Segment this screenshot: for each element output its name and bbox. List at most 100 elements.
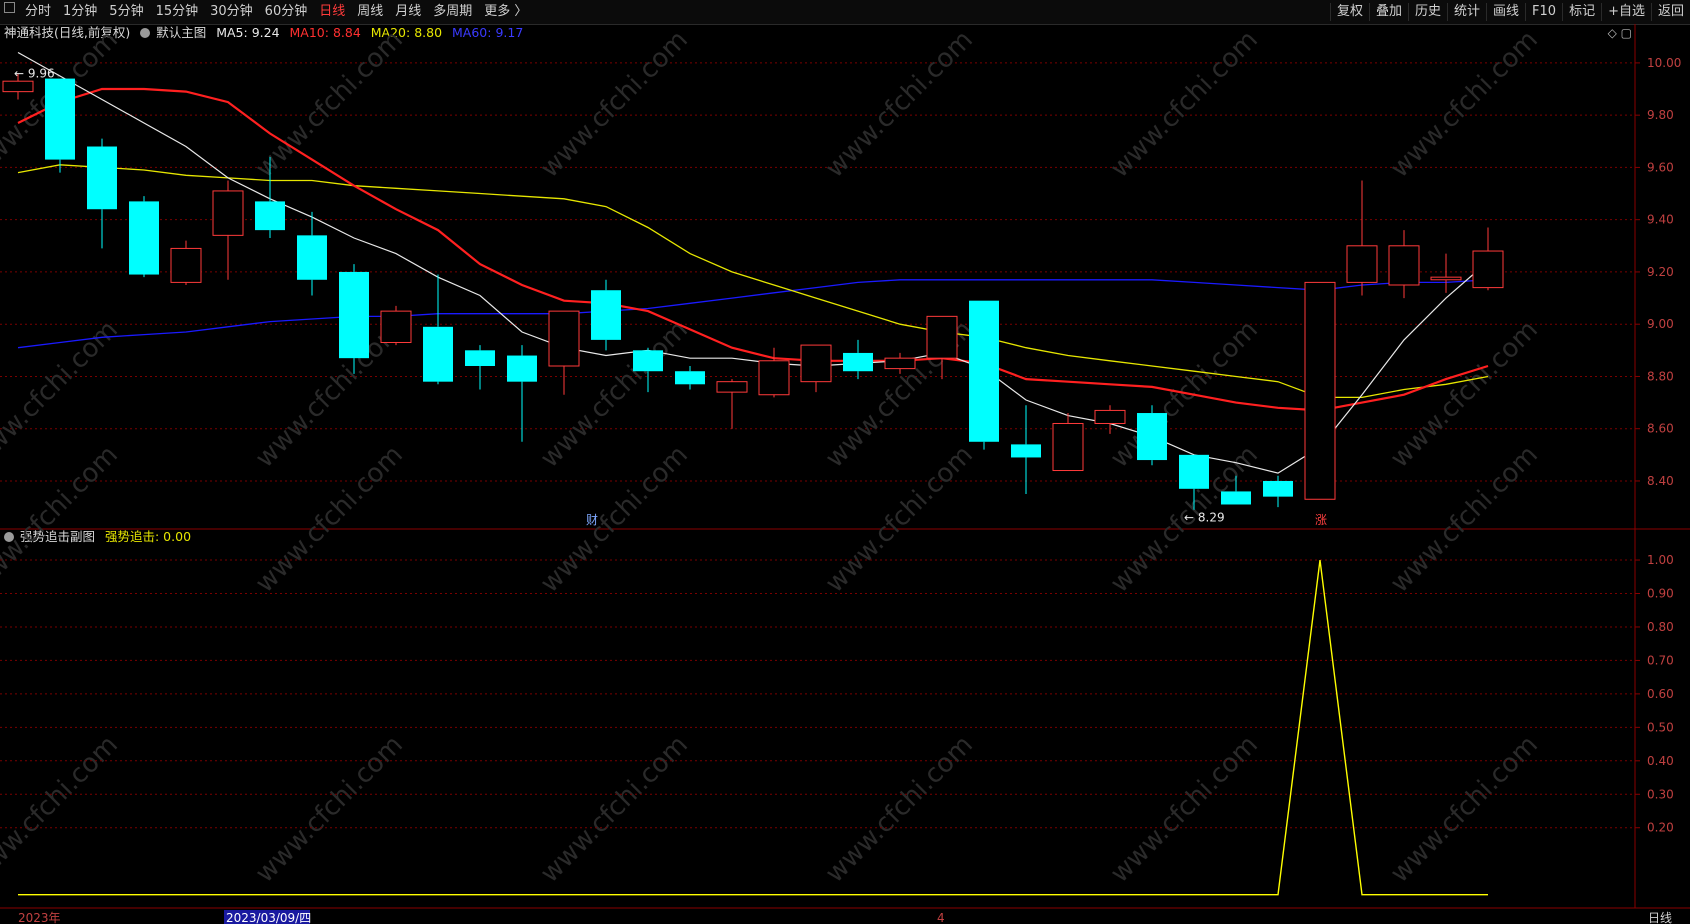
candle-body (339, 271, 369, 359)
ma60-line (17, 279, 1489, 349)
candle-body (1263, 480, 1293, 497)
candle-body (591, 290, 621, 340)
watermark-text: www.cfchi.com (1385, 25, 1544, 184)
y-tick-label: 0.80 (1647, 620, 1674, 634)
y-tick-label: 10.00 (1647, 56, 1681, 70)
candle (843, 339, 873, 380)
watermark-text: www.cfchi.com (535, 730, 694, 889)
candle-body (45, 78, 75, 160)
watermark-text: www.cfchi.com (1105, 730, 1264, 889)
candle-body (1052, 422, 1084, 472)
candle-body (212, 190, 244, 236)
candle-body (758, 360, 790, 396)
candle-body (297, 235, 327, 280)
candle (423, 274, 453, 385)
date-start-label: 2023年 (18, 911, 61, 924)
candle-body (1011, 444, 1041, 458)
watermark-text: www.cfchi.com (1385, 730, 1544, 889)
candle (212, 180, 244, 280)
candle (87, 138, 117, 249)
candle (1304, 281, 1336, 500)
candle-body (716, 381, 748, 393)
candle (45, 78, 75, 173)
watermark-text: www.cfchi.com (250, 530, 409, 599)
ma10-line (17, 87, 1489, 412)
candle-body (1304, 281, 1336, 500)
watermark-text: www.cfchi.com (0, 440, 124, 530)
candle-body (1472, 250, 1504, 289)
y-tick-label: 9.80 (1647, 108, 1674, 122)
main-candlestick-chart[interactable]: 10.00 9.80 9.60 9.40 9.20 9.00 8.80 8.60 8.40 www… (0, 0, 1690, 530)
candle (675, 366, 705, 390)
candle (1094, 405, 1126, 434)
y-tick-label: 0.30 (1647, 787, 1674, 801)
candle (969, 300, 999, 450)
candle (507, 345, 537, 442)
watermark-text: www.cfchi.com (535, 25, 694, 184)
sub-indicator-chart[interactable]: www.cfchi.com www.cfchi.com www.cfchi.com w… (0, 530, 1690, 924)
candle-body (1094, 409, 1126, 424)
watermark-text: www.cfchi.com (820, 730, 979, 889)
candle-body (969, 300, 999, 442)
candle-body (884, 357, 916, 370)
candle-body (507, 355, 537, 382)
watermark-text: www.cfchi.com (0, 730, 124, 889)
candle (548, 310, 580, 395)
y-tick-label: 8.40 (1647, 474, 1674, 488)
candle (1052, 413, 1084, 472)
candle-body (843, 352, 873, 372)
low-price-label: ← 8.29 (1184, 511, 1225, 525)
candle-body (1221, 491, 1251, 505)
watermark-text: www.cfchi.com (250, 25, 409, 184)
candle-body (465, 350, 495, 366)
candle (1472, 227, 1504, 291)
candle-body (1388, 245, 1420, 286)
candle (800, 344, 832, 393)
y-tick-label: 8.60 (1647, 422, 1674, 436)
limit-up-marker: 涨 (1315, 512, 1327, 527)
period-label: 日线 (1648, 911, 1672, 924)
watermark-text: www.cfchi.com (250, 730, 409, 889)
candle-body (2, 80, 34, 93)
y-tick-label: 8.80 (1647, 369, 1674, 383)
candle (1263, 475, 1293, 508)
y-tick-label: 0.50 (1647, 720, 1674, 734)
candle-body (1346, 245, 1378, 283)
y-tick-label: 1.00 (1647, 553, 1674, 567)
candle (129, 196, 159, 278)
watermark-text: www.cfchi.com (1105, 530, 1264, 599)
high-price-label: ← 9.96 (14, 66, 55, 80)
y-tick-label: 0.70 (1647, 653, 1674, 667)
candle (339, 264, 369, 374)
candle (170, 240, 202, 285)
y-tick-label: 9.20 (1647, 265, 1674, 279)
watermark-text: www.cfchi.com (1385, 530, 1544, 599)
candle-body (380, 310, 412, 343)
y-tick-label: 9.60 (1647, 160, 1674, 174)
date-cursor-label: 2023/03/09/四 (226, 911, 311, 924)
candle (1430, 253, 1462, 293)
candle-body (633, 350, 663, 372)
candle-body (675, 371, 705, 385)
y-tick-label: 9.00 (1647, 317, 1674, 331)
y-tick-label: 0.90 (1647, 587, 1674, 601)
candle (591, 279, 621, 351)
candle-body (548, 310, 580, 367)
candle (1388, 230, 1420, 299)
candle-body (129, 201, 159, 275)
candle-body (1430, 276, 1462, 281)
candle (716, 379, 748, 429)
candle (465, 345, 495, 390)
y-tick-label: 9.40 (1647, 213, 1674, 227)
candle (1137, 405, 1167, 466)
month-marker: 4 (937, 911, 945, 924)
candle (1346, 180, 1378, 296)
candle (297, 211, 327, 296)
candle-body (1137, 413, 1167, 461)
y-tick-label: 0.40 (1647, 754, 1674, 768)
ma5-line (17, 51, 1489, 474)
watermark-text: www.cfchi.com (820, 530, 979, 599)
candle-body (1179, 454, 1209, 489)
candle-body (255, 201, 285, 231)
finance-marker: 财 (586, 513, 598, 527)
